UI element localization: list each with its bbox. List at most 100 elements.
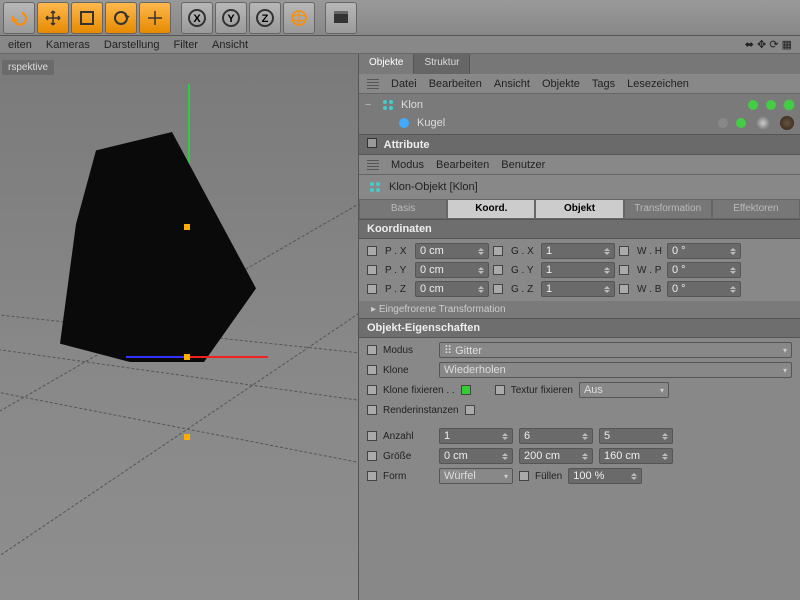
gy-field[interactable]: 1 [541, 262, 615, 278]
klone-fix-checkbox[interactable] [461, 385, 471, 395]
rotate-button[interactable] [105, 2, 137, 34]
menu-item[interactable]: Lesezeichen [627, 78, 689, 90]
menu-item[interactable]: Datei [391, 78, 417, 90]
attribute-menu: Modus Bearbeiten Benutzer [359, 155, 800, 175]
menu-item[interactable]: Filter [174, 39, 198, 51]
checkbox[interactable] [367, 405, 377, 415]
checkbox[interactable] [493, 246, 503, 256]
z-axis-gizmo[interactable] [126, 356, 190, 358]
checkbox[interactable] [619, 265, 629, 275]
sphere-icon [397, 116, 411, 130]
menu-item[interactable]: Bearbeiten [436, 159, 489, 171]
texfix-dropdown[interactable]: Aus [579, 382, 669, 398]
y-axis-button[interactable]: Y [215, 2, 247, 34]
size-z-field[interactable]: 160 cm [599, 448, 673, 464]
attribute-panel: Objekte Struktur Datei Bearbeiten Ansich… [358, 54, 800, 600]
checkbox[interactable] [367, 345, 377, 355]
mesh-object[interactable] [60, 132, 260, 362]
checkbox[interactable] [367, 451, 377, 461]
checkbox[interactable] [367, 385, 377, 395]
cloner-icon [381, 98, 395, 112]
tab-structure[interactable]: Struktur [414, 54, 470, 74]
menu-item[interactable]: Kameras [46, 39, 90, 51]
checkbox[interactable] [493, 284, 503, 294]
tab-objekt[interactable]: Objekt [535, 199, 623, 219]
checkbox[interactable] [367, 265, 377, 275]
form-dropdown[interactable]: Würfel [439, 468, 513, 484]
py-field[interactable]: 0 cm [415, 262, 489, 278]
x-axis-button[interactable]: X [181, 2, 213, 34]
menu-item[interactable]: Darstellung [104, 39, 160, 51]
viewport-label: rspektive [2, 60, 54, 75]
origin-handle[interactable] [184, 354, 190, 360]
pz-field[interactable]: 0 cm [415, 281, 489, 297]
menu-item[interactable]: Bearbeiten [429, 78, 482, 90]
select-button[interactable] [71, 2, 103, 34]
tab-koord[interactable]: Koord. [447, 199, 535, 219]
anzahl-z-field[interactable]: 5 [599, 428, 673, 444]
x-axis-gizmo[interactable] [188, 356, 268, 358]
panel-tabs: Objekte Struktur [359, 54, 800, 74]
wh-field[interactable]: 0 ° [667, 243, 741, 259]
anzahl-y-field[interactable]: 6 [519, 428, 593, 444]
fill-field[interactable]: 100 % [568, 468, 642, 484]
object-manager-menu: Datei Bearbeiten Ansicht Objekte Tags Le… [359, 74, 800, 94]
checkbox[interactable] [367, 284, 377, 294]
wp-field[interactable]: 0 ° [667, 262, 741, 278]
menu-item[interactable]: Ansicht [494, 78, 530, 90]
attribute-tabs: Basis Koord. Objekt Transformation Effek… [359, 199, 800, 219]
menu-item[interactable]: Tags [592, 78, 615, 90]
3d-viewport[interactable]: rspektive [0, 54, 358, 600]
globe-button[interactable] [283, 2, 315, 34]
checkbox[interactable] [367, 365, 377, 375]
menu-item[interactable]: eiten [8, 39, 32, 51]
menu-item[interactable]: Ansicht [212, 39, 248, 51]
axis-handle[interactable] [184, 434, 190, 440]
axis-handle[interactable] [184, 224, 190, 230]
undo-button[interactable] [3, 2, 35, 34]
move2-button[interactable] [139, 2, 171, 34]
anzahl-x-field[interactable]: 1 [439, 428, 513, 444]
checkbox[interactable] [619, 284, 629, 294]
checkbox[interactable] [519, 471, 529, 481]
grip-icon[interactable] [367, 160, 379, 170]
size-x-field[interactable]: 0 cm [439, 448, 513, 464]
gz-field[interactable]: 1 [541, 281, 615, 297]
menu-item[interactable]: Modus [391, 159, 424, 171]
menu-item[interactable]: Objekte [542, 78, 580, 90]
object-type-row: Klon-Objekt [Klon] [359, 175, 800, 199]
wb-field[interactable]: 0 ° [667, 281, 741, 297]
px-field[interactable]: 0 cm [415, 243, 489, 259]
tab-objects[interactable]: Objekte [359, 54, 414, 74]
render-button[interactable] [325, 2, 357, 34]
tab-effektoren[interactable]: Effektoren [712, 199, 800, 219]
menu-item[interactable]: Benutzer [501, 159, 545, 171]
tag-icon[interactable] [780, 116, 794, 130]
checkbox[interactable] [619, 246, 629, 256]
move-button[interactable] [37, 2, 69, 34]
tree-item-klon[interactable]: − Klon [359, 96, 800, 114]
checkbox[interactable] [493, 265, 503, 275]
svg-text:Y: Y [227, 13, 235, 25]
tab-transformation[interactable]: Transformation [624, 199, 712, 219]
object-tree: − Klon Kugel [359, 94, 800, 134]
viewport-menubar: eiten Kameras Darstellung Filter Ansicht… [0, 36, 800, 54]
grip-icon[interactable] [367, 79, 379, 89]
modus-dropdown[interactable]: ⠿ Gitter [439, 342, 792, 358]
z-axis-button[interactable]: Z [249, 2, 281, 34]
tree-item-kugel[interactable]: Kugel [359, 114, 800, 132]
main-toolbar: X Y Z [0, 0, 800, 36]
size-y-field[interactable]: 200 cm [519, 448, 593, 464]
checkbox[interactable] [367, 246, 377, 256]
checkbox[interactable] [367, 471, 377, 481]
cloner-icon [367, 179, 383, 195]
klone-dropdown[interactable]: Wiederholen [439, 362, 792, 378]
checkbox[interactable] [495, 385, 505, 395]
objprops-header: Objekt-Eigenschaften [359, 318, 800, 338]
frozen-transform-toggle[interactable]: Eingefrorene Transformation [359, 301, 800, 318]
tab-basis[interactable]: Basis [359, 199, 447, 219]
tag-icon[interactable] [756, 116, 770, 130]
gx-field[interactable]: 1 [541, 243, 615, 259]
render-instances-checkbox[interactable] [465, 405, 475, 415]
checkbox[interactable] [367, 431, 377, 441]
